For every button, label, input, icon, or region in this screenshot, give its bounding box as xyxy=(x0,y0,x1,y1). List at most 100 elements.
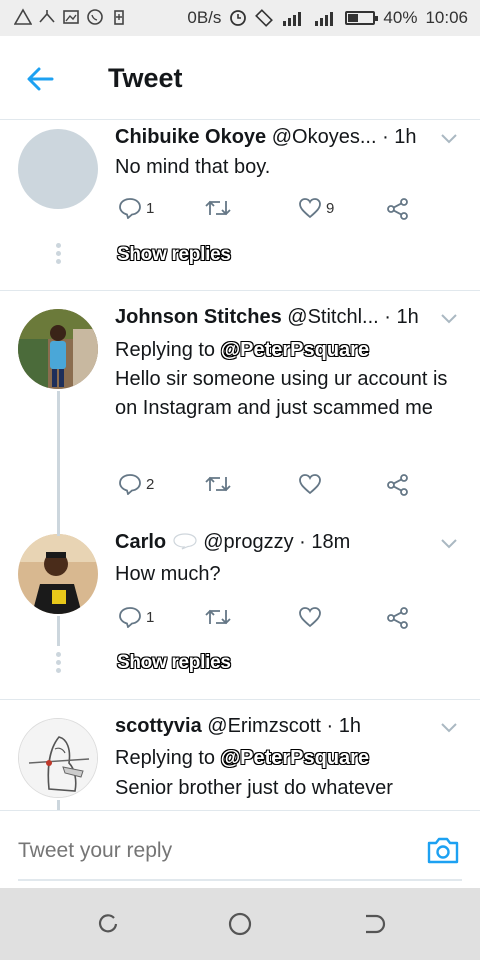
reply-count: 1 xyxy=(146,608,155,626)
tweet-header: Johnson Stitches @Stitchl... · 1h xyxy=(115,306,419,329)
tweet-item[interactable]: Chibuike Okoye @Okoyes... · 1h No mind t… xyxy=(0,121,480,291)
tweet-time: · 18m xyxy=(299,531,351,553)
chevron-down-icon[interactable] xyxy=(440,313,458,325)
reply-composer xyxy=(0,810,480,888)
avatar-photo xyxy=(18,309,98,389)
replying-to-label: Replying to xyxy=(115,339,216,361)
author-handle: @progzzy xyxy=(203,531,294,553)
avatar[interactable] xyxy=(18,309,98,389)
share-icon xyxy=(387,198,408,220)
whatsapp-icon xyxy=(87,9,103,25)
replying-to-handle[interactable]: @PeterPsquare xyxy=(220,747,369,770)
tweet-item[interactable]: Carlo @progzzy · 18m How much? 1 Show re… xyxy=(0,526,480,699)
signal-icon xyxy=(315,12,334,26)
like-button[interactable]: 9 xyxy=(298,197,334,219)
recent-apps-icon[interactable] xyxy=(94,910,122,938)
share-button[interactable] xyxy=(386,473,410,497)
tweet-time: · 1h xyxy=(326,715,361,737)
replying-to-handle[interactable]: @PeterPsquare xyxy=(220,339,369,362)
signal-h-icon xyxy=(283,12,302,26)
avatar[interactable] xyxy=(18,718,98,798)
share-button[interactable] xyxy=(386,606,410,630)
author-handle: @Erimzscott xyxy=(207,715,321,737)
reply-input[interactable] xyxy=(18,835,458,867)
tweet-text: How much? xyxy=(115,563,221,585)
tweet-item[interactable]: scottyvia @Erimzscott · 1h Replying to @… xyxy=(0,700,480,810)
retweet-button[interactable] xyxy=(204,197,232,219)
tweet-item[interactable]: Johnson Stitches @Stitchl... · 1h Replyi… xyxy=(0,291,480,526)
author-handle: @Stitchl... xyxy=(287,306,379,328)
reply-count: 2 xyxy=(146,475,155,493)
reply-icon xyxy=(119,607,141,628)
heart-icon xyxy=(299,198,321,219)
net-speed: 0B/s xyxy=(187,8,222,27)
reply-feed[interactable]: Chibuike Okoye @Okoyes... · 1h No mind t… xyxy=(0,121,480,810)
tweet-time: · 1h xyxy=(384,306,419,328)
avatar[interactable] xyxy=(18,534,98,614)
reply-icon xyxy=(119,198,141,219)
retweet-icon xyxy=(205,609,231,625)
gallery-icon xyxy=(63,10,79,24)
thread-line xyxy=(57,616,60,646)
input-underline xyxy=(18,879,462,881)
thread-dots xyxy=(56,652,61,676)
camera-icon[interactable] xyxy=(426,835,460,865)
like-button[interactable] xyxy=(298,606,322,628)
avatar-photo xyxy=(18,534,98,614)
tweet-actions: 1 9 xyxy=(118,197,418,223)
retweet-icon xyxy=(205,200,231,216)
chevron-down-icon[interactable] xyxy=(440,538,458,550)
tweet-actions: 1 xyxy=(118,606,418,632)
chevron-down-icon[interactable] xyxy=(440,722,458,734)
author-name[interactable]: Johnson Stitches xyxy=(115,306,282,328)
rotate-icon xyxy=(255,9,274,27)
author-name[interactable]: scottyvia xyxy=(115,715,202,737)
tweet-actions: 2 xyxy=(118,473,418,499)
warning-icon xyxy=(14,8,32,25)
thread-dots xyxy=(56,243,61,267)
show-replies-link[interactable]: Show replies xyxy=(117,652,231,674)
reply-button[interactable]: 1 xyxy=(118,197,154,219)
tweet-header: Chibuike Okoye @Okoyes... · 1h xyxy=(115,126,417,149)
tweet-text: No mind that boy. xyxy=(115,156,271,178)
thread-line xyxy=(57,391,60,526)
avatar[interactable] xyxy=(18,129,98,209)
retweet-button[interactable] xyxy=(204,606,232,628)
data-saver-icon xyxy=(230,10,247,26)
like-button[interactable] xyxy=(298,473,322,495)
reply-count: 1 xyxy=(146,199,155,217)
author-name[interactable]: Chibuike Okoye xyxy=(115,126,266,148)
battery-icon xyxy=(345,11,379,25)
back-arrow-icon[interactable] xyxy=(22,62,62,96)
replying-to-line: Replying to @PeterPsquare xyxy=(115,336,460,365)
status-bar: 0B/s 40% 10:06 xyxy=(0,0,480,36)
page-title: Tweet xyxy=(108,63,183,93)
retweet-button[interactable] xyxy=(204,473,232,495)
speech-bubble-emoji-icon xyxy=(173,533,197,550)
author-handle: @Okoyes... xyxy=(271,126,377,148)
chevron-down-icon[interactable] xyxy=(440,133,458,145)
thread-line xyxy=(57,526,60,536)
tweet-header: Carlo @progzzy · 18m xyxy=(115,531,350,554)
back-icon[interactable] xyxy=(360,910,388,938)
clock: 10:06 xyxy=(425,8,468,27)
battery-percent: 40% xyxy=(383,8,418,27)
system-nav-bar xyxy=(0,888,480,960)
tweet-time: · 1h xyxy=(382,126,417,148)
usb-icon xyxy=(39,10,55,23)
heart-icon xyxy=(299,607,321,628)
replying-to-line: Replying to @PeterPsquare xyxy=(115,744,460,773)
reply-button[interactable]: 1 xyxy=(118,606,154,628)
notification-icons xyxy=(14,8,128,26)
like-count: 9 xyxy=(326,199,335,217)
reply-icon xyxy=(119,474,141,495)
battery-saver-icon xyxy=(114,10,124,25)
reply-button[interactable]: 2 xyxy=(118,473,154,495)
home-icon[interactable] xyxy=(226,910,254,938)
author-name[interactable]: Carlo xyxy=(115,531,166,553)
heart-icon xyxy=(299,474,321,495)
share-button[interactable] xyxy=(386,197,410,221)
show-replies-link[interactable]: Show replies xyxy=(117,244,231,266)
battery-fill xyxy=(348,14,359,22)
system-status: 0B/s 40% 10:06 xyxy=(187,8,468,28)
